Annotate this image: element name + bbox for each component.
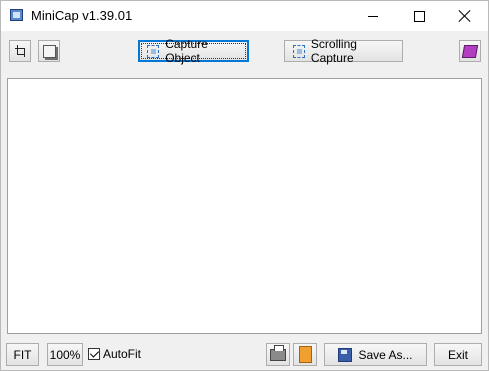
fit-button[interactable]: FIT [6, 343, 39, 366]
help-button[interactable] [459, 40, 481, 62]
book-icon [461, 44, 479, 58]
scrolling-capture-button[interactable]: Scrolling Capture [284, 37, 403, 65]
save-as-button[interactable]: Save As... [324, 343, 427, 366]
scrolling-capture-icon [293, 44, 305, 58]
zoom-label: 100% [49, 347, 81, 362]
app-window: MiniCap v1.39.01 Capture Object Scrollin… [0, 0, 489, 371]
save-as-label: Save As... [358, 347, 413, 362]
status-bar: FIT 100% AutoFit Save As... Exit [1, 339, 488, 370]
capture-object-button[interactable]: Capture Object [138, 37, 249, 65]
fit-label: FIT [13, 347, 32, 362]
autofit-check-icon[interactable] [88, 348, 100, 360]
zoom-100-button[interactable]: 100% [47, 343, 83, 366]
exit-button[interactable]: Exit [434, 343, 482, 366]
crop-icon [14, 45, 26, 57]
autofit-checkbox[interactable]: AutoFit [88, 347, 141, 361]
close-icon [459, 10, 471, 22]
close-button[interactable] [442, 1, 488, 31]
capture-object-icon [147, 44, 160, 58]
autofit-label: AutoFit [103, 347, 142, 361]
save-icon [338, 347, 353, 362]
clipboard-button[interactable] [293, 343, 317, 366]
capture-preview-area[interactable] [7, 78, 482, 334]
shadow-icon [42, 44, 56, 58]
title-bar[interactable]: MiniCap v1.39.01 [1, 1, 488, 31]
exit-label: Exit [447, 347, 468, 362]
shadow-button[interactable] [38, 40, 60, 62]
window-title: MiniCap v1.39.01 [31, 8, 133, 23]
crop-button[interactable] [9, 40, 31, 62]
printer-icon [270, 344, 286, 361]
clipboard-icon [298, 346, 312, 363]
scrolling-capture-label: Scrolling Capture [310, 37, 357, 65]
toolbar: Capture Object Scrolling Capture [1, 31, 488, 69]
maximize-icon [413, 10, 425, 22]
print-button[interactable] [266, 343, 290, 366]
app-icon[interactable] [10, 9, 23, 21]
minimize-button[interactable] [350, 1, 396, 31]
capture-object-label: Capture Object [165, 37, 208, 65]
maximize-button[interactable] [396, 1, 442, 31]
minimize-icon [368, 15, 378, 17]
